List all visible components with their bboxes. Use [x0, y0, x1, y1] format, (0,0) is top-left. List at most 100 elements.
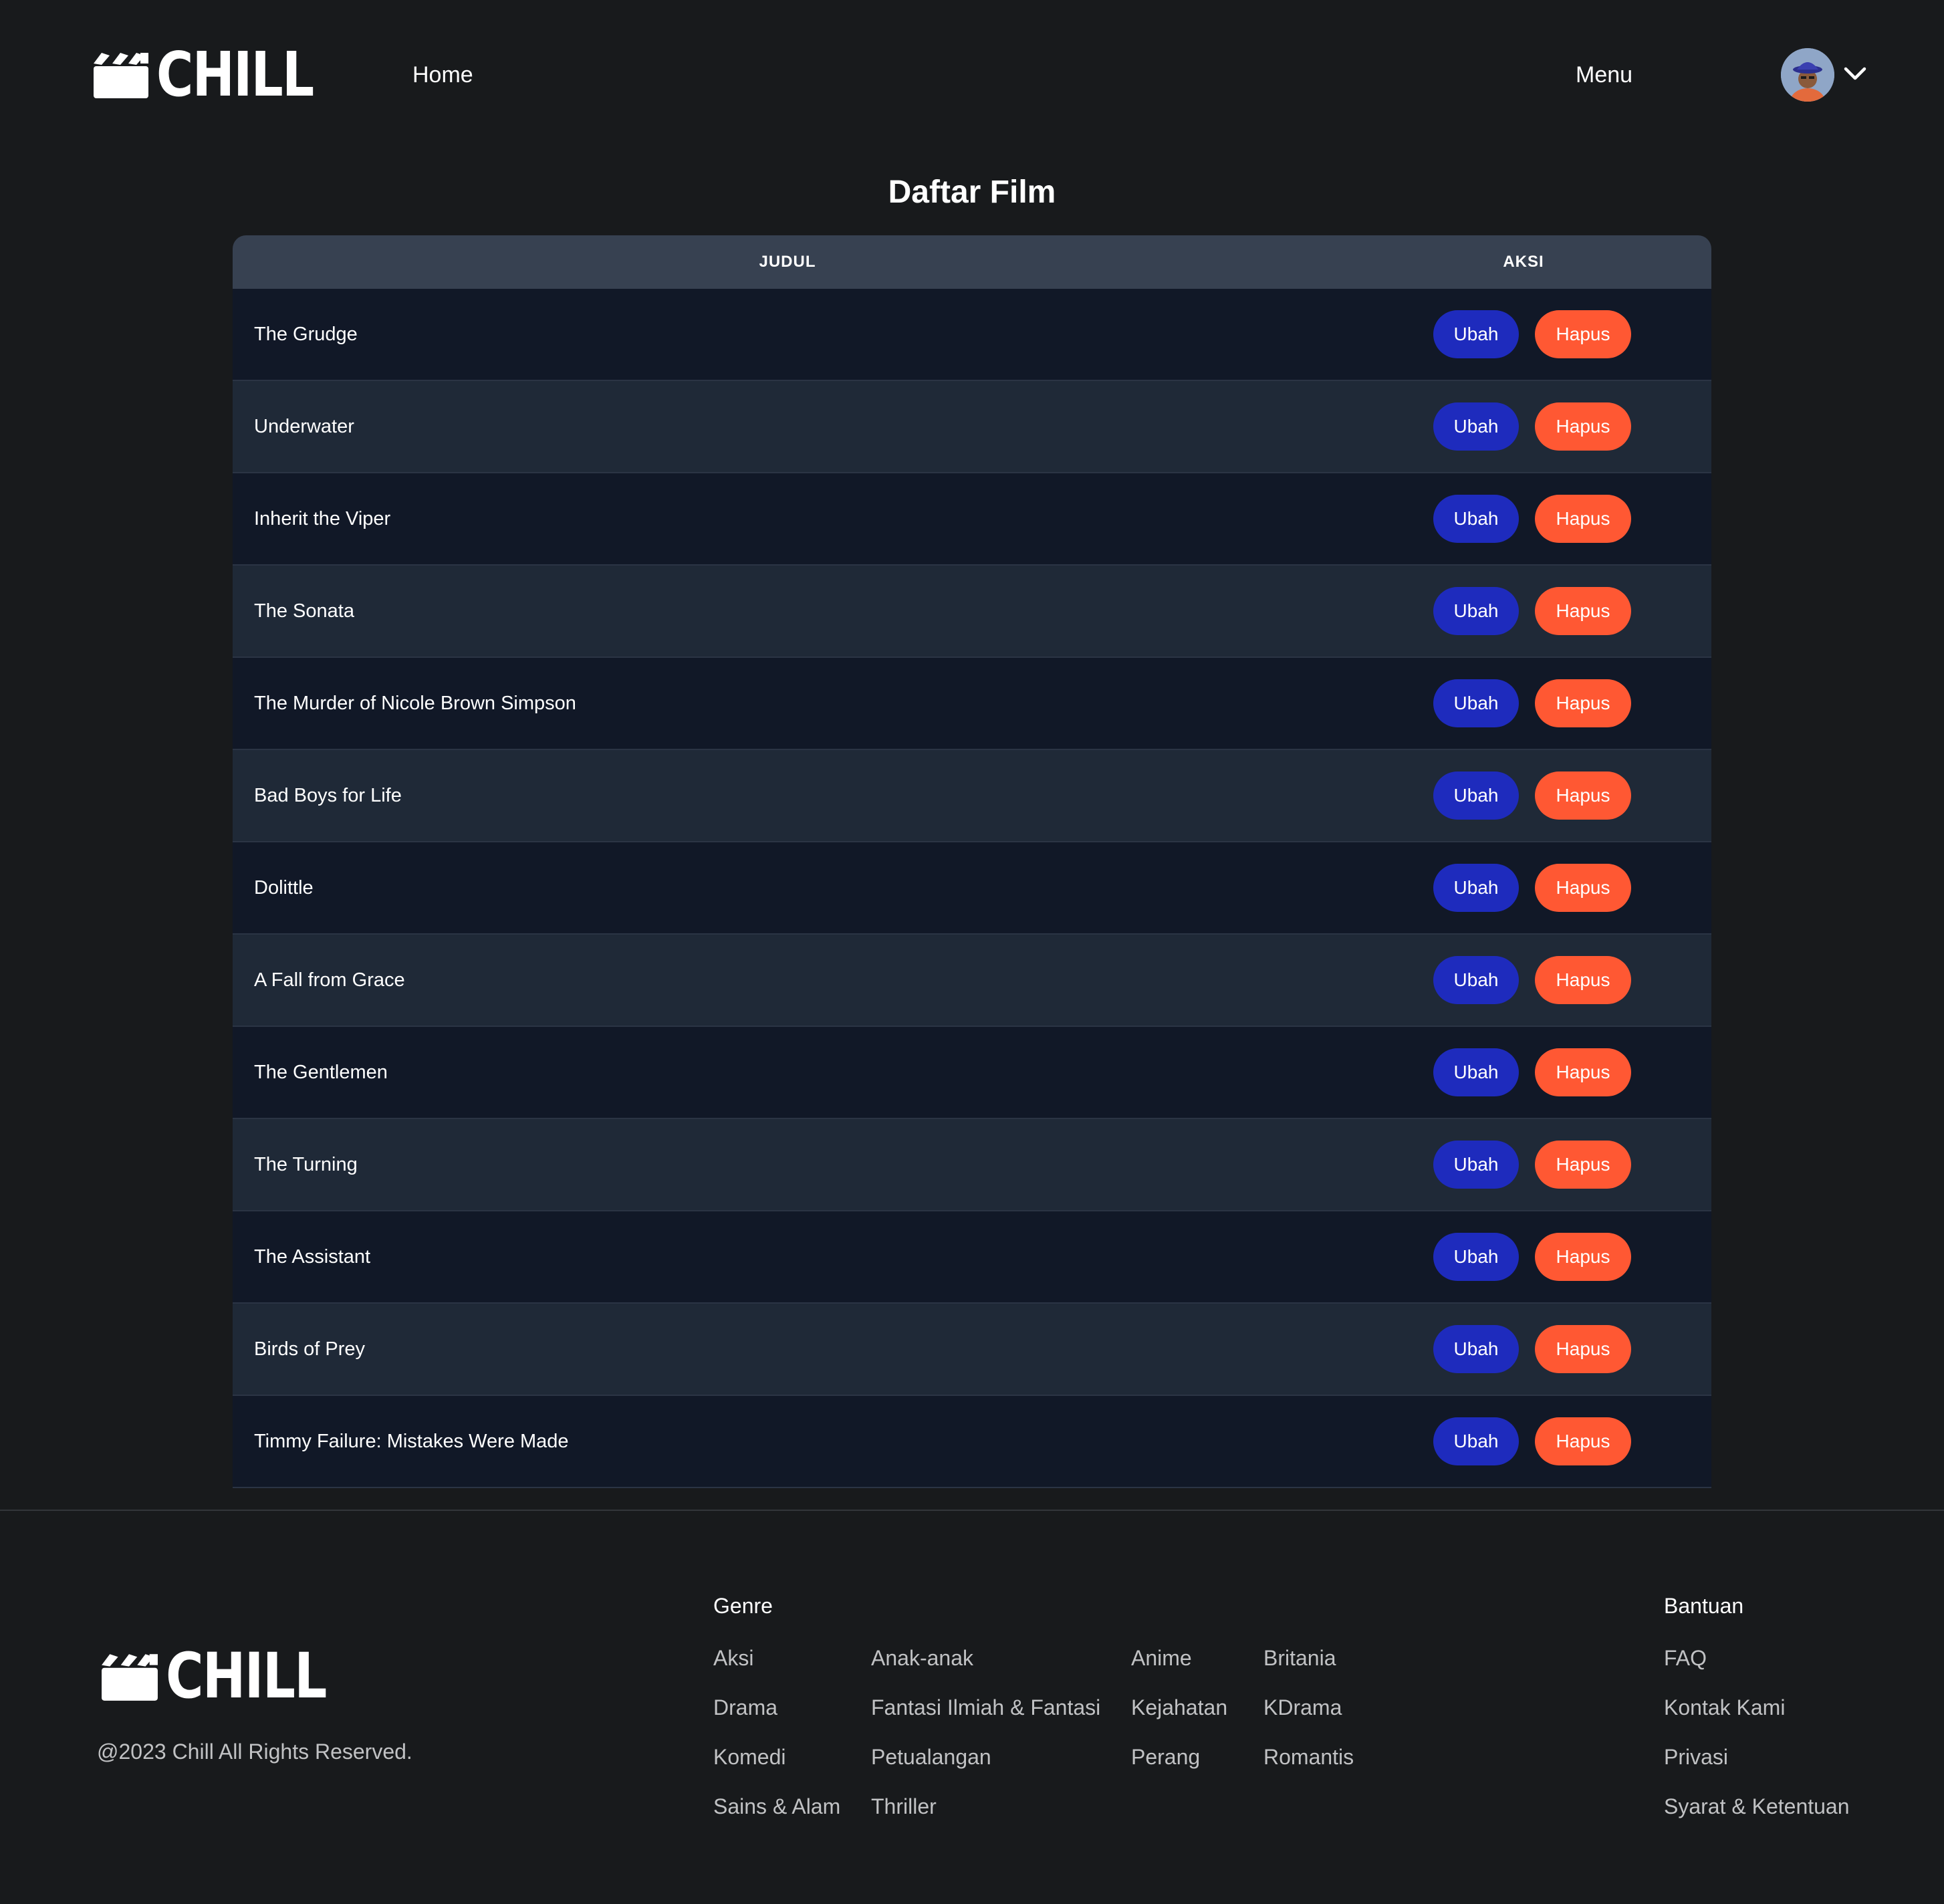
table-row: The Murder of Nicole Brown Simpson Ubah Ha… — [233, 658, 1711, 750]
table-row: Timmy Failure: Mistakes Were Made Ubah Hap… — [233, 1396, 1711, 1488]
edit-button[interactable]: Ubah — [1433, 402, 1519, 451]
help-link[interactable]: Syarat & Ketentuan — [1664, 1792, 1850, 1821]
genre-link[interactable]: Kejahatan — [1131, 1693, 1227, 1722]
help-heading: Bantuan — [1664, 1594, 1744, 1618]
delete-button[interactable]: Hapus — [1535, 864, 1631, 912]
genre-heading: Genre — [713, 1594, 773, 1618]
genre-link[interactable]: Britania — [1263, 1643, 1336, 1673]
movie-title: The Murder of Nicole Brown Simpson — [254, 692, 576, 714]
row-actions: Ubah Hapus — [1433, 679, 1631, 727]
table-body: The Grudge Ubah Hapus Underwater Ubah Hapus In… — [233, 289, 1711, 1488]
genre-link[interactable]: Sains & Alam — [713, 1792, 840, 1821]
edit-button[interactable]: Ubah — [1433, 956, 1519, 1004]
genre-link[interactable]: Aksi — [713, 1643, 753, 1673]
delete-button[interactable]: Hapus — [1535, 1325, 1631, 1373]
edit-button[interactable]: Ubah — [1433, 587, 1519, 635]
table-row: The Assistant Ubah Hapus — [233, 1211, 1711, 1304]
table-row: The Turning Ubah Hapus — [233, 1119, 1711, 1211]
movie-table: JUDUL AKSI The Grudge Ubah Hapus Underwater… — [233, 235, 1711, 1488]
movie-title: The Turning — [254, 1153, 358, 1175]
chevron-down-icon[interactable] — [1843, 66, 1867, 82]
delete-button[interactable]: Hapus — [1535, 310, 1631, 358]
movie-title: Timmy Failure: Mistakes Were Made — [254, 1430, 569, 1452]
table-row: The Gentlemen Ubah Hapus — [233, 1027, 1711, 1119]
genre-link[interactable]: Romantis — [1263, 1742, 1354, 1772]
movie-title: Underwater — [254, 415, 354, 437]
genre-link[interactable]: Anime — [1131, 1643, 1192, 1673]
table-row: A Fall from Grace Ubah Hapus — [233, 935, 1711, 1027]
movie-title: Inherit the Viper — [254, 507, 391, 529]
genre-link[interactable]: Perang — [1131, 1742, 1200, 1772]
row-actions: Ubah Hapus — [1433, 956, 1631, 1004]
footer-chill-logo[interactable]: CHILL — [100, 1640, 361, 1713]
copyright-text: @2023 Chill All Rights Reserved. — [97, 1740, 412, 1764]
brand-name: CHILL — [156, 39, 314, 110]
row-actions: Ubah Hapus — [1433, 1048, 1631, 1096]
delete-button[interactable]: Hapus — [1535, 402, 1631, 451]
row-actions: Ubah Hapus — [1433, 771, 1631, 820]
genre-link[interactable]: Thriller — [871, 1792, 937, 1821]
footer-brand-name: CHILL — [166, 1640, 327, 1713]
delete-button[interactable]: Hapus — [1535, 679, 1631, 727]
table-row: Bad Boys for Life Ubah Hapus — [233, 750, 1711, 842]
row-actions: Ubah Hapus — [1433, 1325, 1631, 1373]
help-link[interactable]: Privasi — [1664, 1742, 1728, 1772]
delete-button[interactable]: Hapus — [1535, 1048, 1631, 1096]
page-title: Daftar Film — [888, 174, 1056, 210]
edit-button[interactable]: Ubah — [1433, 310, 1519, 358]
genre-link[interactable]: Fantasi Ilmiah & Fantasi — [871, 1693, 1100, 1722]
table-row: The Sonata Ubah Hapus — [233, 566, 1711, 658]
edit-button[interactable]: Ubah — [1433, 771, 1519, 820]
edit-button[interactable]: Ubah — [1433, 495, 1519, 543]
movie-title: Birds of Prey — [254, 1338, 365, 1360]
delete-button[interactable]: Hapus — [1535, 587, 1631, 635]
clapperboard-icon — [102, 1654, 158, 1701]
row-actions: Ubah Hapus — [1433, 1417, 1631, 1465]
edit-button[interactable]: Ubah — [1433, 864, 1519, 912]
delete-button[interactable]: Hapus — [1535, 1141, 1631, 1189]
genre-link[interactable]: KDrama — [1263, 1693, 1342, 1722]
nav-menu-link[interactable]: Menu — [1576, 59, 1632, 91]
row-actions: Ubah Hapus — [1433, 310, 1631, 358]
genre-link[interactable]: Petualangan — [871, 1742, 991, 1772]
table-row: The Grudge Ubah Hapus — [233, 289, 1711, 381]
table-header: JUDUL AKSI — [233, 235, 1711, 289]
help-link[interactable]: Kontak Kami — [1664, 1693, 1785, 1722]
clapperboard-icon — [94, 53, 148, 98]
genre-link[interactable]: Anak-anak — [871, 1643, 973, 1673]
delete-button[interactable]: Hapus — [1535, 1233, 1631, 1281]
edit-button[interactable]: Ubah — [1433, 1233, 1519, 1281]
footer-divider — [0, 1510, 1944, 1511]
top-navbar: CHILL Home Menu — [0, 0, 1944, 150]
movie-title: The Grudge — [254, 323, 358, 345]
genre-link[interactable]: Komedi — [713, 1742, 786, 1772]
delete-button[interactable]: Hapus — [1535, 1417, 1631, 1465]
edit-button[interactable]: Ubah — [1433, 679, 1519, 727]
genre-link[interactable]: Drama — [713, 1693, 777, 1722]
row-actions: Ubah Hapus — [1433, 1141, 1631, 1189]
row-actions: Ubah Hapus — [1433, 587, 1631, 635]
column-header-action: AKSI — [1503, 253, 1544, 271]
row-actions: Ubah Hapus — [1433, 495, 1631, 543]
column-header-title: JUDUL — [759, 253, 816, 271]
delete-button[interactable]: Hapus — [1535, 956, 1631, 1004]
movie-title: The Gentlemen — [254, 1061, 388, 1083]
edit-button[interactable]: Ubah — [1433, 1141, 1519, 1189]
table-row: Birds of Prey Ubah Hapus — [233, 1304, 1711, 1396]
edit-button[interactable]: Ubah — [1433, 1048, 1519, 1096]
movie-title: The Sonata — [254, 600, 354, 622]
help-link[interactable]: FAQ — [1664, 1643, 1707, 1673]
delete-button[interactable]: Hapus — [1535, 495, 1631, 543]
table-row: Underwater Ubah Hapus — [233, 381, 1711, 473]
nav-home-link[interactable]: Home — [412, 59, 473, 91]
row-actions: Ubah Hapus — [1433, 1233, 1631, 1281]
edit-button[interactable]: Ubah — [1433, 1417, 1519, 1465]
movie-title: Bad Boys for Life — [254, 784, 402, 806]
movie-title: Dolittle — [254, 876, 314, 899]
delete-button[interactable]: Hapus — [1535, 771, 1631, 820]
table-row: Inherit the Viper Ubah Hapus — [233, 473, 1711, 566]
movie-title: The Assistant — [254, 1245, 371, 1268]
user-avatar[interactable] — [1781, 48, 1834, 102]
edit-button[interactable]: Ubah — [1433, 1325, 1519, 1373]
chill-logo[interactable]: CHILL — [92, 39, 348, 110]
